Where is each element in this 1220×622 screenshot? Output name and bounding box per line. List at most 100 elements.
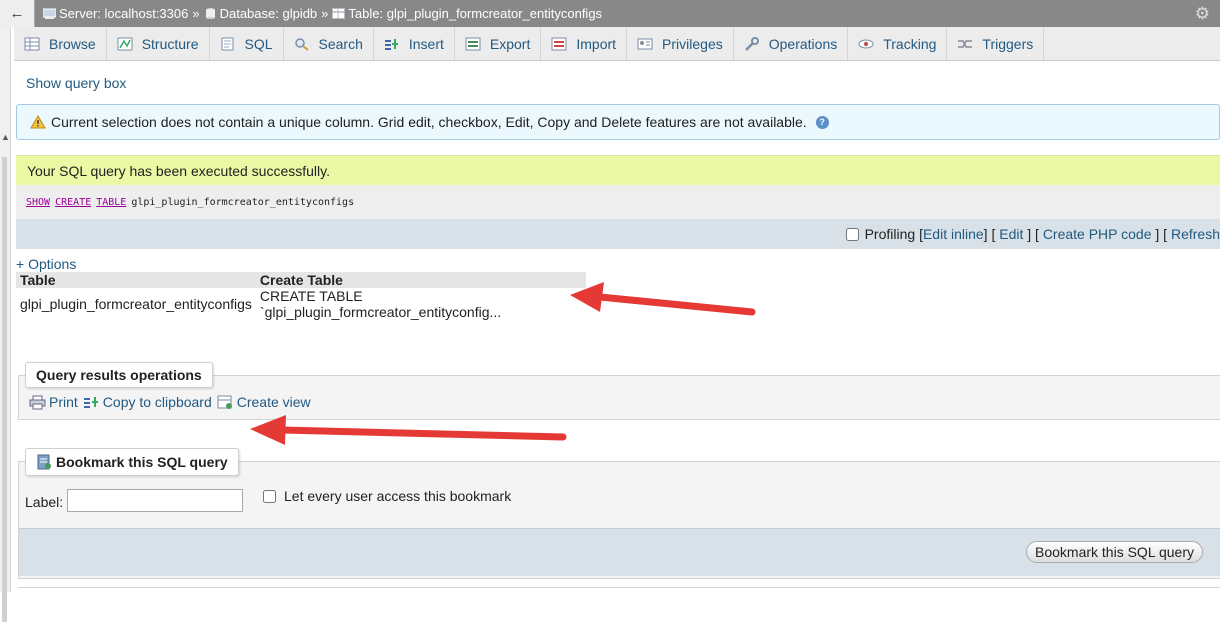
printer-icon <box>29 395 46 409</box>
notice-text: Current selection does not contain a uni… <box>51 114 807 130</box>
print-label: Print <box>49 394 78 410</box>
show-query-box-link[interactable]: Show query box <box>26 75 126 91</box>
refresh-link[interactable]: Refresh <box>1171 226 1220 242</box>
bookmark-footer: Bookmark this SQL query <box>19 528 1220 576</box>
query-results-operations-links: Print Copy to clipboard Create view <box>29 394 316 410</box>
bookmark-query-button[interactable]: Bookmark this SQL query <box>1026 541 1203 563</box>
breadcrumb-database[interactable]: Database: glpidb <box>220 6 318 21</box>
tab-label: Import <box>576 35 617 52</box>
navigation-panel-collapsed[interactable]: ▲ <box>0 27 11 622</box>
table-cell[interactable]: CREATE TABLE `glpi_plugin_formcreator_en… <box>255 288 586 320</box>
tab-insert[interactable]: Insert <box>374 27 455 60</box>
table-cell[interactable]: glpi_plugin_formcreator_entityconfigs <box>16 288 256 320</box>
wrench-icon <box>744 36 759 51</box>
tab-label: Insert <box>408 35 444 52</box>
success-message: Your SQL query has been executed success… <box>16 155 1220 185</box>
bookmark-icon <box>37 454 51 470</box>
edit-link[interactable]: Edit <box>999 226 1023 242</box>
tab-label: Privileges <box>662 35 723 52</box>
export-icon <box>465 37 481 50</box>
table-icon <box>332 8 346 19</box>
print-link[interactable]: Print <box>29 394 78 410</box>
bracket-close: ] [ <box>983 226 1000 242</box>
sql-table-name: glpi_plugin_formcreator_entityconfigs <box>131 196 355 208</box>
tab-browse[interactable]: Browse <box>14 27 107 60</box>
top-breadcrumb-bar: ← Server: localhost:3306 » Database: glp… <box>0 0 1220 27</box>
scroll-up-arrow-icon[interactable]: ▲ <box>1 132 10 142</box>
tab-label: Triggers <box>982 35 1034 52</box>
profiling-label: Profiling <box>864 226 916 242</box>
breadcrumb: Server: localhost:3306 » Database: glpid… <box>43 6 602 21</box>
settings-gear-icon[interactable]: ⚙ <box>1195 4 1210 24</box>
bracket-close: ] [ <box>1023 226 1043 242</box>
browse-icon <box>24 37 40 50</box>
divider <box>18 587 1220 588</box>
tab-search[interactable]: Search <box>284 27 374 60</box>
sql-icon <box>221 37 233 50</box>
triggers-icon <box>958 39 973 48</box>
eye-icon <box>858 39 874 48</box>
structure-icon <box>117 37 133 50</box>
tab-structure[interactable]: Structure <box>107 27 210 60</box>
warning-icon <box>30 115 46 129</box>
tab-bar: Browse Structure SQL Search Insert Expor… <box>14 27 1220 61</box>
edit-inline-link[interactable]: Edit inline <box>923 226 984 242</box>
create-php-code-link[interactable]: Create PHP code <box>1043 226 1152 242</box>
view-icon <box>217 395 232 409</box>
tab-label: Tracking <box>883 35 937 52</box>
import-icon <box>551 37 567 50</box>
bracket-open: [ <box>915 226 923 242</box>
search-icon <box>294 37 309 51</box>
success-text: Your SQL query has been executed success… <box>27 162 330 179</box>
annotation-arrow-icon <box>570 282 756 316</box>
insert-icon <box>384 38 398 50</box>
options-toggle-link[interactable]: + Options <box>16 256 76 272</box>
result-table: Table Create Table glpi_plugin_formcreat… <box>16 272 586 320</box>
bookmark-share-option: Let every user access this bookmark <box>263 488 511 504</box>
column-header-create-table[interactable]: Create Table <box>255 272 586 288</box>
tab-sql[interactable]: SQL <box>210 27 284 60</box>
breadcrumb-separator: » <box>321 6 329 21</box>
tab-label: Operations <box>768 35 838 52</box>
copy-to-clipboard-link[interactable]: Copy to clipboard <box>83 394 212 410</box>
tab-label: Export <box>489 35 531 52</box>
sql-keyword-create[interactable]: CREATE <box>55 197 91 208</box>
clipboard-icon <box>83 396 98 408</box>
bookmark-label-input[interactable] <box>67 489 243 512</box>
sql-keyword-show[interactable]: SHOW <box>26 197 50 208</box>
help-icon[interactable]: ? <box>815 115 829 129</box>
tab-privileges[interactable]: Privileges <box>627 27 734 60</box>
query-results-operations-legend: Query results operations <box>25 362 213 388</box>
breadcrumb-table[interactable]: Table: glpi_plugin_formcreator_entitycon… <box>348 6 602 21</box>
database-icon <box>205 8 215 19</box>
tab-label: Browse <box>49 35 96 52</box>
bookmark-legend-text: Bookmark this SQL query <box>56 454 228 470</box>
create-view-label: Create view <box>236 394 311 410</box>
executed-sql-query: SHOW CREATE TABLE glpi_plugin_formcreato… <box>16 185 1220 219</box>
tab-tracking[interactable]: Tracking <box>848 27 948 60</box>
sql-keyword-table[interactable]: TABLE <box>96 197 126 208</box>
notice-message: Current selection does not contain a uni… <box>16 104 1220 140</box>
bookmark-share-label: Let every user access this bookmark <box>284 488 512 504</box>
tab-export[interactable]: Export <box>455 27 542 60</box>
bookmark-label-text: Label: <box>25 494 64 510</box>
tab-label: Structure <box>141 35 199 52</box>
profiling-checkbox[interactable] <box>845 227 859 241</box>
bookmark-legend: Bookmark this SQL query <box>25 448 239 476</box>
server-icon <box>43 8 56 19</box>
create-view-link[interactable]: Create view <box>217 394 311 410</box>
scrollbar-thumb[interactable] <box>2 157 7 622</box>
bookmark-fieldset: Bookmark this SQL query <box>18 461 1220 579</box>
back-arrow-icon[interactable]: ← <box>0 0 35 27</box>
bracket-close: ] [ <box>1151 226 1171 242</box>
tab-label: Search <box>318 35 363 52</box>
tab-operations[interactable]: Operations <box>734 27 849 60</box>
table-row: glpi_plugin_formcreator_entityconfigs CR… <box>16 288 586 320</box>
privileges-icon <box>637 38 653 49</box>
breadcrumb-server[interactable]: Server: localhost:3306 <box>59 6 188 21</box>
sql-query-actions: Profiling [Edit inline] [ Edit ] [ Creat… <box>16 219 1220 249</box>
tab-triggers[interactable]: Triggers <box>947 27 1045 60</box>
bookmark-share-checkbox[interactable] <box>263 489 276 503</box>
tab-import[interactable]: Import <box>541 27 628 60</box>
column-header-table[interactable]: Table <box>16 272 256 288</box>
